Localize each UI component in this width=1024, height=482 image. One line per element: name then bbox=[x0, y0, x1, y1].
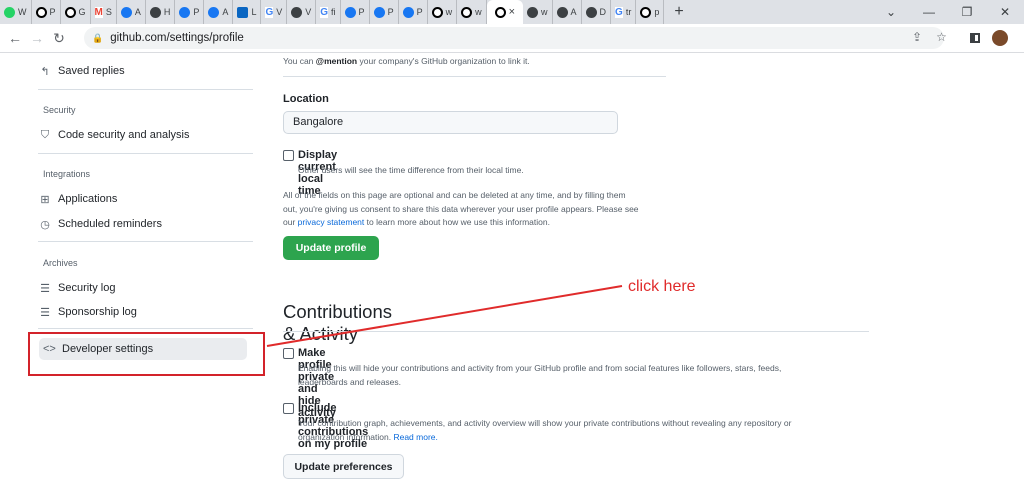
annotation-text: click here bbox=[628, 278, 696, 295]
annotation-arrow bbox=[266, 285, 623, 347]
